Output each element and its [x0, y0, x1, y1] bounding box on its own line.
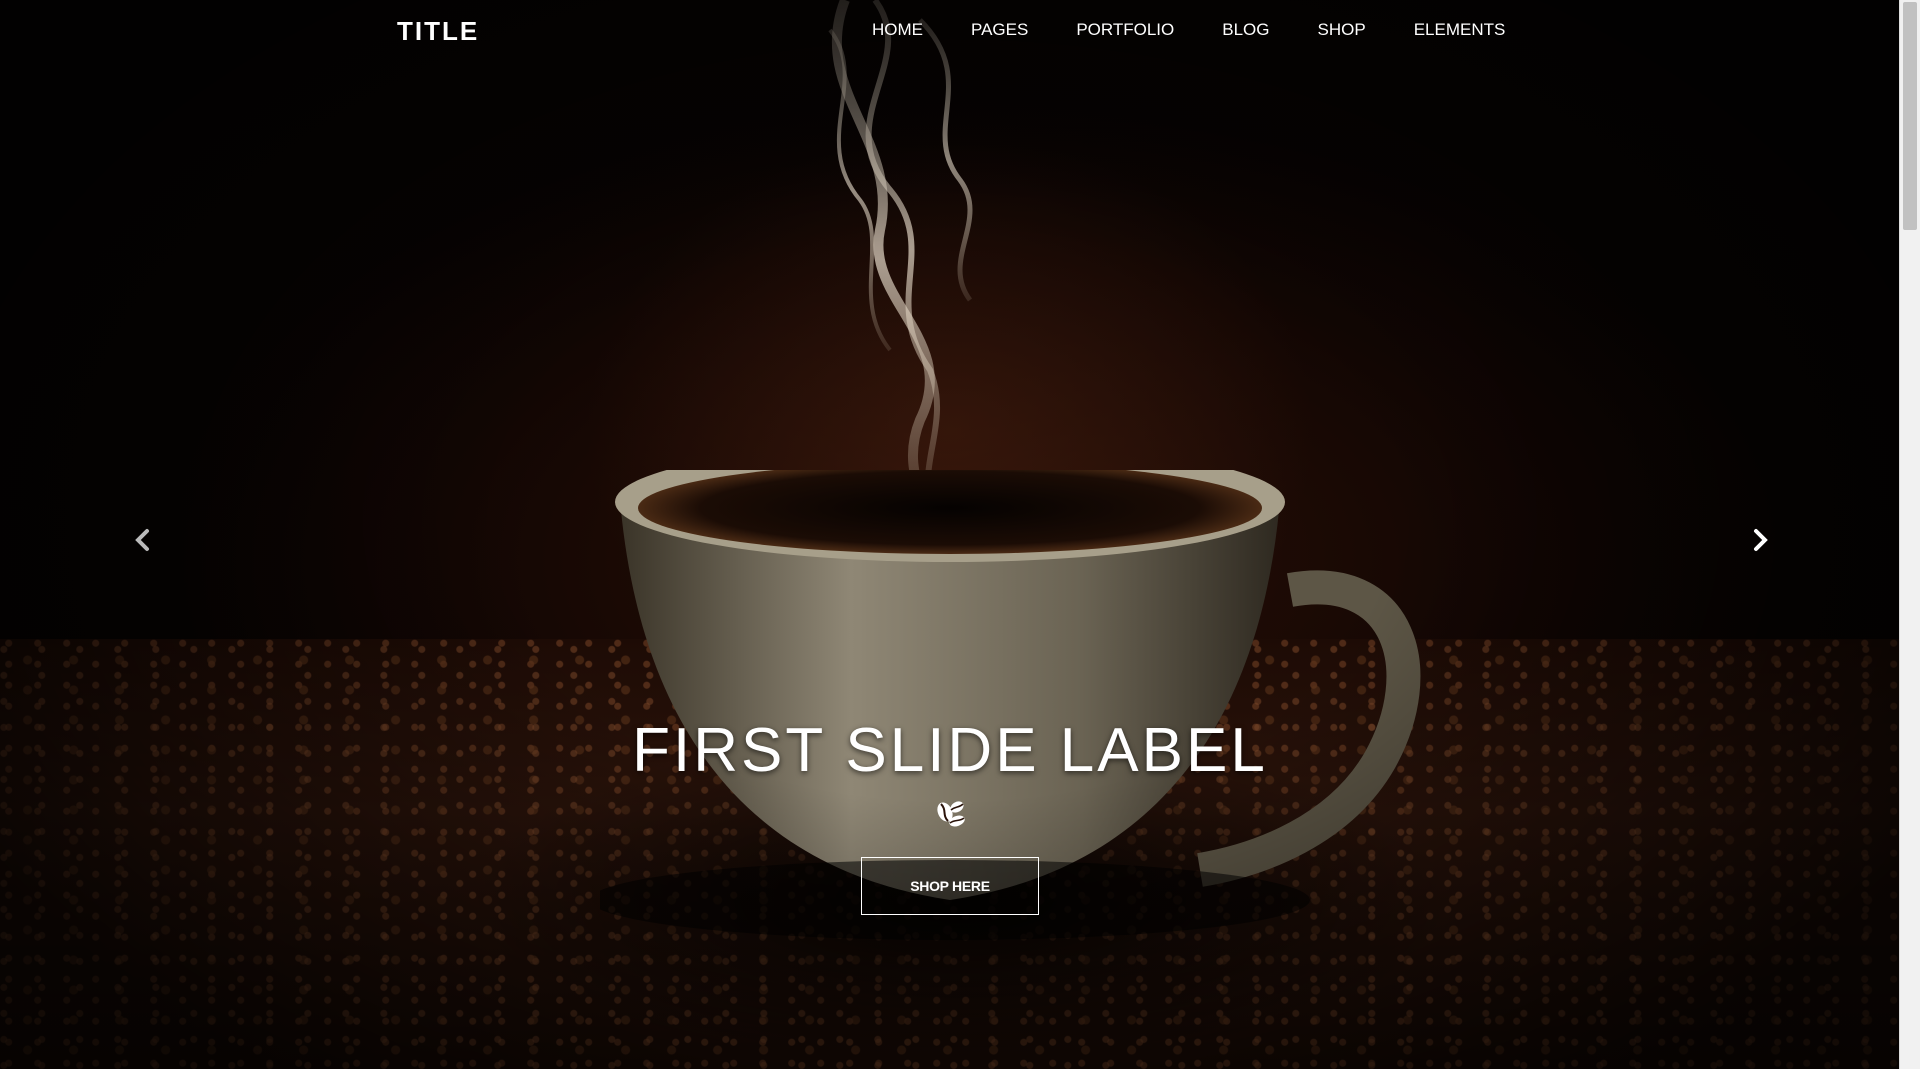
- chevron-right-icon: [1754, 529, 1768, 551]
- nav-item-portfolio[interactable]: PORTFOLIO: [1076, 20, 1174, 40]
- coffee-bean-icon: [937, 801, 965, 827]
- shop-here-button[interactable]: SHOP HERE: [861, 857, 1039, 915]
- brand-logo[interactable]: TITLE: [397, 16, 479, 47]
- nav-item-blog[interactable]: BLOG: [1222, 20, 1269, 40]
- chevron-left-icon: [135, 529, 149, 551]
- nav-item-pages[interactable]: PAGES: [971, 20, 1028, 40]
- vertical-scrollbar[interactable]: [1899, 0, 1920, 1069]
- main-menu: HOME PAGES PORTFOLIO BLOG SHOP ELEMENTS: [872, 20, 1505, 40]
- top-navbar: TITLE HOME PAGES PORTFOLIO BLOG SHOP ELE…: [0, 0, 1900, 62]
- scrollbar-thumb[interactable]: [1903, 2, 1917, 230]
- slide-title: FIRST SLIDE LABEL: [632, 716, 1268, 785]
- carousel-caption: FIRST SLIDE LABEL SHOP HERE: [0, 715, 1900, 915]
- nav-item-elements[interactable]: ELEMENTS: [1414, 20, 1506, 40]
- nav-item-shop[interactable]: SHOP: [1318, 20, 1366, 40]
- carousel-prev-button[interactable]: [128, 525, 158, 555]
- nav-item-home[interactable]: HOME: [872, 20, 923, 40]
- carousel-next-button[interactable]: [1745, 525, 1775, 555]
